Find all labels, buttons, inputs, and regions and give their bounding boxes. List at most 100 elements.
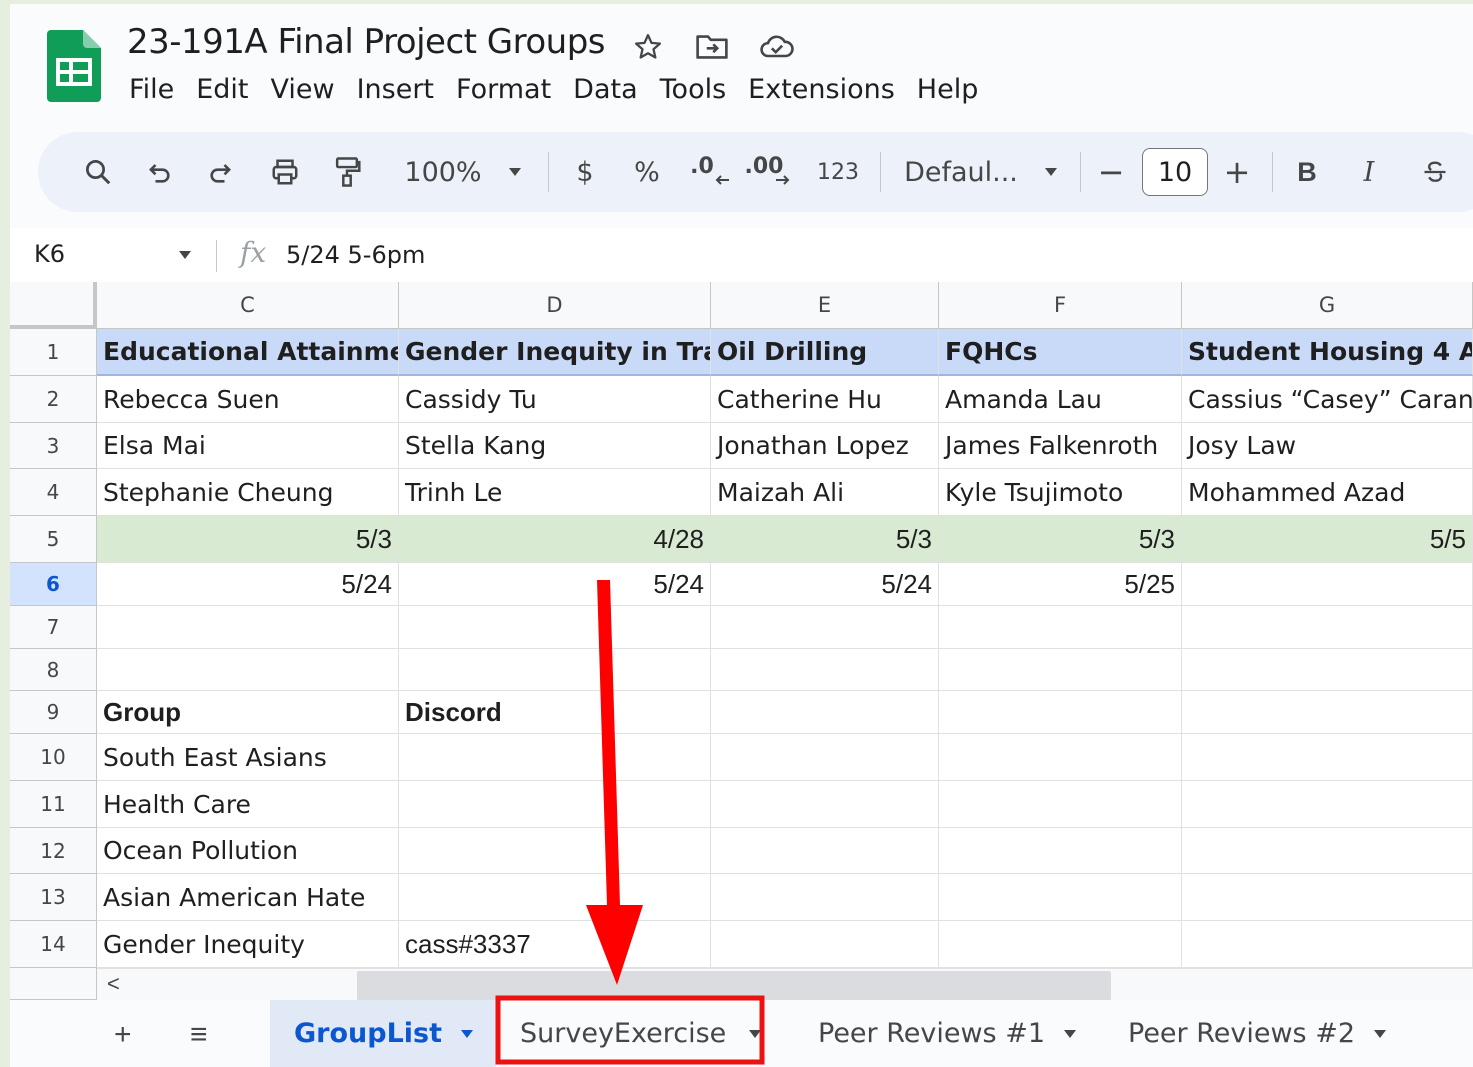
cell-f8[interactable] <box>939 649 1182 691</box>
cell-g13[interactable] <box>1182 874 1473 921</box>
cell-e14[interactable] <box>711 921 939 968</box>
column-header-g[interactable]: G <box>1182 282 1473 329</box>
increase-font-size-button[interactable]: + <box>1214 132 1260 212</box>
currency-format-button[interactable]: $ <box>560 132 610 212</box>
column-header-c[interactable]: C <box>97 282 399 329</box>
cell-f3[interactable]: James Falkenroth <box>939 423 1182 469</box>
sheets-logo[interactable] <box>47 30 101 102</box>
cell-c4[interactable]: Stephanie Cheung <box>97 469 399 516</box>
cell-f7[interactable] <box>939 606 1182 649</box>
font-select[interactable]: Defaul... <box>896 132 1066 212</box>
formula-input[interactable]: 5/24 5-6pm <box>286 241 425 269</box>
cell-f4[interactable]: Kyle Tsujimoto <box>939 469 1182 516</box>
spreadsheet-grid[interactable]: CDEFG1Educational AttainmentGender Inequ… <box>10 282 1473 1000</box>
cell-e10[interactable] <box>711 734 939 781</box>
cell-f10[interactable] <box>939 734 1182 781</box>
italic-button[interactable]: I <box>1346 132 1392 212</box>
cell-d11[interactable] <box>399 781 711 828</box>
select-all-corner[interactable] <box>10 282 97 329</box>
cell-c12[interactable]: Ocean Pollution <box>97 828 399 874</box>
horizontal-scrollbar[interactable]: < <box>97 968 1473 1000</box>
cell-g10[interactable] <box>1182 734 1473 781</box>
row-header-12[interactable]: 12 <box>10 828 97 874</box>
cell-e3[interactable]: Jonathan Lopez <box>711 423 939 469</box>
cell-e6[interactable]: 5/24 <box>711 563 939 606</box>
row-header-2[interactable]: 2 <box>10 376 97 423</box>
cell-g11[interactable] <box>1182 781 1473 828</box>
tab-surveyexercise[interactable]: SurveyExercise <box>506 1000 796 1067</box>
cell-f1[interactable]: FQHCs <box>939 329 1182 376</box>
menu-edit[interactable]: Edit <box>185 72 259 116</box>
cell-g3[interactable]: Josy Law <box>1182 423 1473 469</box>
cloud-saved-icon[interactable] <box>758 28 796 66</box>
cell-c14[interactable]: Gender Inequity <box>97 921 399 968</box>
document-title[interactable]: 23-191A Final Project Groups <box>127 22 606 62</box>
cell-f5[interactable]: 5/3 <box>939 516 1182 563</box>
cell-e12[interactable] <box>711 828 939 874</box>
cell-d7[interactable] <box>399 606 711 649</box>
cell-f11[interactable] <box>939 781 1182 828</box>
cell-f6[interactable]: 5/25 <box>939 563 1182 606</box>
cell-e5[interactable]: 5/3 <box>711 516 939 563</box>
cell-e4[interactable]: Maizah Ali <box>711 469 939 516</box>
menu-format[interactable]: Format <box>445 72 562 116</box>
row-header-7[interactable]: 7 <box>10 606 97 649</box>
search-icon[interactable] <box>72 132 124 212</box>
cell-e1[interactable]: Oil Drilling <box>711 329 939 376</box>
cell-e7[interactable] <box>711 606 939 649</box>
cell-d12[interactable] <box>399 828 711 874</box>
menu-data[interactable]: Data <box>562 72 648 116</box>
menu-help[interactable]: Help <box>906 72 990 116</box>
cell-f9[interactable] <box>939 691 1182 734</box>
menu-extensions[interactable]: Extensions <box>737 72 906 116</box>
cell-g1[interactable]: Student Housing 4 All <box>1182 329 1473 376</box>
cell-c6[interactable]: 5/24 <box>97 563 399 606</box>
column-header-f[interactable]: F <box>939 282 1182 329</box>
cell-c5[interactable]: 5/3 <box>97 516 399 563</box>
cell-c10[interactable]: South East Asians <box>97 734 399 781</box>
cell-c9[interactable]: Group <box>97 691 399 734</box>
paint-format-icon[interactable] <box>322 132 372 212</box>
cell-c2[interactable]: Rebecca Suen <box>97 376 399 423</box>
menu-file[interactable]: File <box>118 72 185 116</box>
cell-d8[interactable] <box>399 649 711 691</box>
scrollbar-thumb[interactable] <box>357 971 1111 1000</box>
cell-e13[interactable] <box>711 874 939 921</box>
chevron-down-icon[interactable] <box>178 250 192 260</box>
cell-g14[interactable] <box>1182 921 1473 968</box>
decrease-decimal-button[interactable]: .0 <box>684 132 736 212</box>
row-header-11[interactable]: 11 <box>10 781 97 828</box>
add-sheet-button[interactable]: + <box>114 1018 132 1052</box>
percent-format-button[interactable]: % <box>622 132 672 212</box>
all-sheets-button[interactable]: ≡ <box>190 1018 208 1052</box>
cell-d10[interactable] <box>399 734 711 781</box>
column-header-e[interactable]: E <box>711 282 939 329</box>
move-folder-icon[interactable] <box>693 28 731 66</box>
more-formats-button[interactable]: 123 <box>810 132 866 212</box>
increase-decimal-button[interactable]: .00 <box>744 132 800 212</box>
bold-button[interactable]: B <box>1284 132 1330 212</box>
row-header-5[interactable]: 5 <box>10 516 97 563</box>
row-header-13[interactable]: 13 <box>10 874 97 921</box>
cell-d13[interactable] <box>399 874 711 921</box>
cell-c1[interactable]: Educational Attainment <box>97 329 399 376</box>
row-header-4[interactable]: 4 <box>10 469 97 516</box>
cell-d1[interactable]: Gender Inequity in Transp <box>399 329 711 376</box>
star-icon[interactable] <box>629 28 667 66</box>
row-header-6[interactable]: 6 <box>10 563 97 606</box>
cell-c11[interactable]: Health Care <box>97 781 399 828</box>
cell-f14[interactable] <box>939 921 1182 968</box>
column-header-d[interactable]: D <box>399 282 711 329</box>
cell-g5[interactable]: 5/5 <box>1182 516 1473 563</box>
undo-icon[interactable] <box>134 132 184 212</box>
row-header-10[interactable]: 10 <box>10 734 97 781</box>
cell-f2[interactable]: Amanda Lau <box>939 376 1182 423</box>
cell-e2[interactable]: Catherine Hu <box>711 376 939 423</box>
cell-e8[interactable] <box>711 649 939 691</box>
menu-tools[interactable]: Tools <box>649 72 738 116</box>
name-box[interactable]: K6 <box>34 240 65 268</box>
cell-c7[interactable] <box>97 606 399 649</box>
row-header-1[interactable]: 1 <box>10 329 97 376</box>
cell-e9[interactable] <box>711 691 939 734</box>
cell-d14[interactable]: cass#3337 <box>399 921 711 968</box>
